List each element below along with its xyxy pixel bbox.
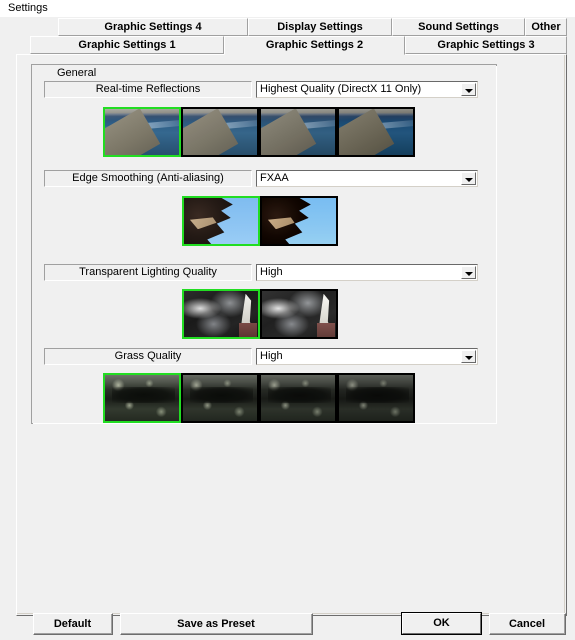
cancel-button[interactable]: Cancel bbox=[489, 613, 566, 635]
tab-graphic-settings-3[interactable]: Graphic Settings 3 bbox=[405, 36, 567, 54]
default-button[interactable]: Default bbox=[33, 613, 113, 635]
combobox-grass-quality-arrow-button[interactable] bbox=[461, 350, 476, 363]
combobox-transparent-lighting-quality-arrow-button[interactable] bbox=[461, 266, 476, 279]
cancel-button-label: Cancel bbox=[490, 614, 565, 634]
thumbnail-art bbox=[184, 198, 258, 244]
thumbnail-art bbox=[261, 375, 335, 421]
combobox-edge-smoothing-value: FXAA bbox=[260, 172, 289, 184]
thumbnail-option-4[interactable] bbox=[337, 373, 415, 423]
combobox-transparent-lighting-quality-value: High bbox=[260, 266, 283, 278]
save-as-preset-button-label: Save as Preset bbox=[121, 614, 312, 634]
tab-row-lower: Graphic Settings 1 Graphic Settings 2 Gr… bbox=[16, 36, 567, 55]
thumbnail-option-1[interactable] bbox=[103, 373, 181, 423]
thumbnail-strip-real-time-reflections bbox=[103, 107, 415, 157]
thumbnail-option-2[interactable] bbox=[260, 289, 338, 339]
save-as-preset-button[interactable]: Save as Preset bbox=[120, 613, 313, 635]
tab-graphic-settings-1[interactable]: Graphic Settings 1 bbox=[30, 36, 224, 54]
tab-sound-settings[interactable]: Sound Settings bbox=[392, 18, 525, 36]
thumbnail-art bbox=[105, 375, 179, 421]
combobox-real-time-reflections-arrow-button[interactable] bbox=[461, 83, 476, 96]
thumbnail-strip-grass-quality bbox=[103, 373, 415, 423]
thumbnail-strip-transparent-lighting-quality bbox=[182, 289, 338, 339]
label-transparent-lighting-quality: Transparent Lighting Quality bbox=[44, 264, 252, 281]
tab-control: Graphic Settings 4 Display Settings Soun… bbox=[16, 18, 567, 616]
thumbnail-option-3[interactable] bbox=[259, 373, 337, 423]
thumbnail-option-2[interactable] bbox=[260, 196, 338, 246]
default-button-label: Default bbox=[34, 614, 112, 634]
thumbnail-art bbox=[339, 375, 413, 421]
chevron-down-icon bbox=[465, 178, 473, 182]
thumbnail-art bbox=[262, 291, 336, 337]
combobox-transparent-lighting-quality[interactable]: High bbox=[256, 264, 478, 281]
thumbnail-option-1[interactable] bbox=[182, 289, 260, 339]
ok-button-label: OK bbox=[402, 613, 481, 634]
thumbnail-option-2[interactable] bbox=[181, 373, 259, 423]
ok-button[interactable]: OK bbox=[401, 612, 482, 635]
thumbnail-art bbox=[183, 375, 257, 421]
window-title: Settings bbox=[8, 2, 48, 14]
thumbnail-option-3[interactable] bbox=[259, 107, 337, 157]
thumbnail-art bbox=[183, 109, 257, 155]
label-edge-smoothing: Edge Smoothing (Anti-aliasing) bbox=[44, 170, 252, 187]
combobox-grass-quality[interactable]: High bbox=[256, 348, 478, 365]
tab-graphic-settings-2[interactable]: Graphic Settings 2 bbox=[224, 36, 405, 55]
groupbox-general: General Real-time Reflections Highest Qu… bbox=[31, 64, 497, 424]
thumbnail-art bbox=[339, 109, 413, 155]
tab-graphic-settings-4[interactable]: Graphic Settings 4 bbox=[58, 18, 248, 36]
chevron-down-icon bbox=[465, 356, 473, 360]
tab-panel-inner: General Real-time Reflections Highest Qu… bbox=[17, 55, 565, 614]
combobox-real-time-reflections[interactable]: Highest Quality (DirectX 11 Only) bbox=[256, 81, 478, 98]
window-titlebar: Settings bbox=[0, 0, 575, 17]
tab-panel-graphic-settings-2: General Real-time Reflections Highest Qu… bbox=[16, 54, 567, 616]
thumbnail-option-1[interactable] bbox=[182, 196, 260, 246]
label-grass-quality: Grass Quality bbox=[44, 348, 252, 365]
thumbnail-option-4[interactable] bbox=[337, 107, 415, 157]
thumbnail-art bbox=[184, 291, 258, 337]
thumbnail-art bbox=[105, 109, 179, 155]
chevron-down-icon bbox=[465, 89, 473, 93]
thumbnail-option-1[interactable] bbox=[103, 107, 181, 157]
combobox-edge-smoothing[interactable]: FXAA bbox=[256, 170, 478, 187]
combobox-real-time-reflections-value: Highest Quality (DirectX 11 Only) bbox=[260, 83, 422, 95]
groupbox-general-legend: General bbox=[54, 67, 100, 79]
chevron-down-icon bbox=[465, 272, 473, 276]
tab-display-settings[interactable]: Display Settings bbox=[248, 18, 392, 36]
combobox-edge-smoothing-arrow-button[interactable] bbox=[461, 172, 476, 185]
label-real-time-reflections: Real-time Reflections bbox=[44, 81, 252, 98]
thumbnail-strip-edge-smoothing bbox=[182, 196, 338, 246]
tab-other[interactable]: Other bbox=[525, 18, 567, 36]
combobox-grass-quality-value: High bbox=[260, 350, 283, 362]
thumbnail-art bbox=[261, 109, 335, 155]
tab-row-upper: Graphic Settings 4 Display Settings Soun… bbox=[16, 18, 567, 37]
thumbnail-art bbox=[262, 198, 336, 244]
thumbnail-option-2[interactable] bbox=[181, 107, 259, 157]
